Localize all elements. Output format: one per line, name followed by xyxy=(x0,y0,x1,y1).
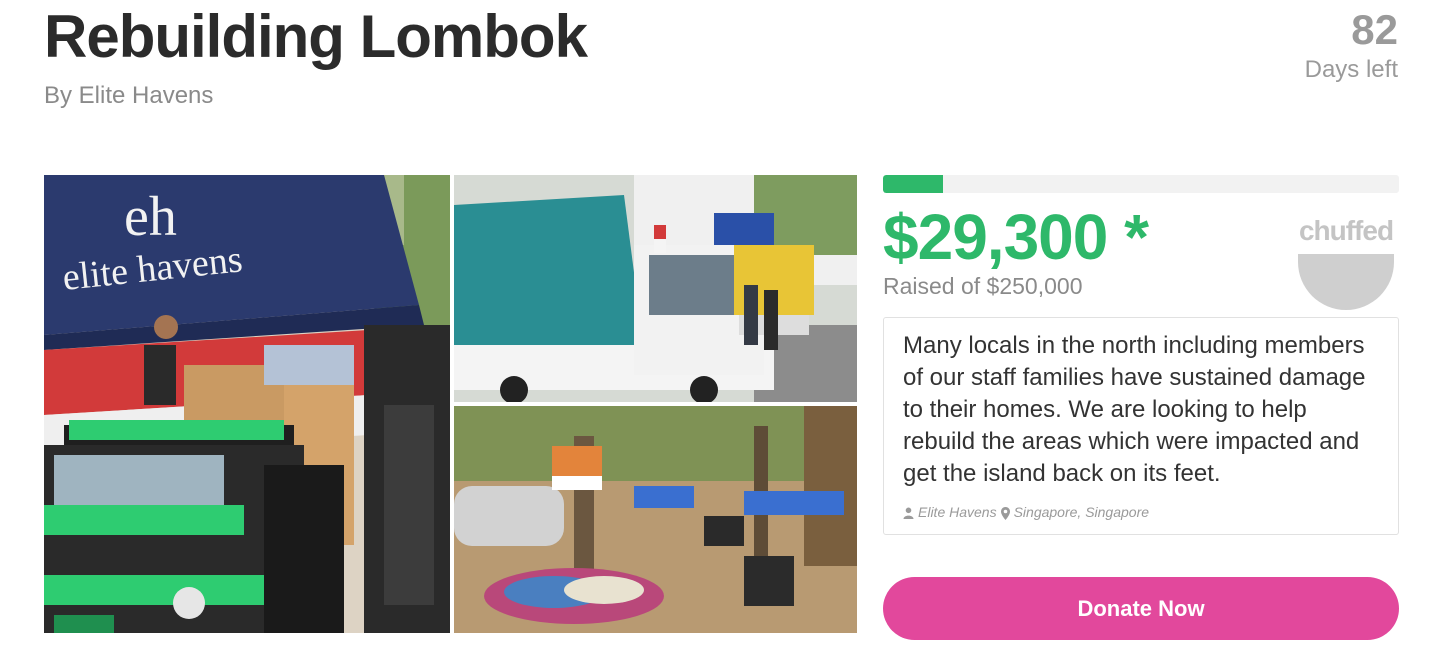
campaign-meta: Elite Havens Singapore, Singapore xyxy=(903,504,1149,520)
photo-trucks-street xyxy=(454,175,857,402)
campaign-location: Singapore, Singapore xyxy=(1013,504,1150,520)
awning-logo-text: eh xyxy=(124,186,177,248)
amount-raised: $29,300 * xyxy=(883,201,1149,273)
campaign-description-card: Many locals in the north including membe… xyxy=(883,317,1399,535)
funding-goal: Raised of $250,000 xyxy=(883,273,1083,299)
chuffed-logo: chuffed xyxy=(1296,212,1396,310)
donate-now-button[interactable]: Donate Now xyxy=(883,577,1399,640)
organizer-name[interactable]: Elite Havens xyxy=(918,504,997,520)
user-icon xyxy=(903,504,914,520)
funding-progress-fill xyxy=(883,175,944,193)
campaign-byline: By Elite Havens xyxy=(44,82,214,109)
campaign-title: Rebuilding Lombok xyxy=(44,3,588,70)
days-left-label: Days left xyxy=(1304,56,1398,83)
days-left-count: 82 xyxy=(1351,6,1398,53)
photo-relief-camp xyxy=(454,406,857,633)
photo-truck-awning: eh elite havens xyxy=(44,175,450,633)
campaign-photo-collage: eh elite havens xyxy=(44,175,857,633)
chuffed-smile-shape xyxy=(1298,254,1394,310)
campaign-description: Many locals in the north including membe… xyxy=(903,332,1366,487)
chuffed-logo-text: chuffed xyxy=(1298,215,1394,246)
map-marker-icon xyxy=(1000,504,1010,520)
funding-progress-bar xyxy=(883,175,1399,193)
